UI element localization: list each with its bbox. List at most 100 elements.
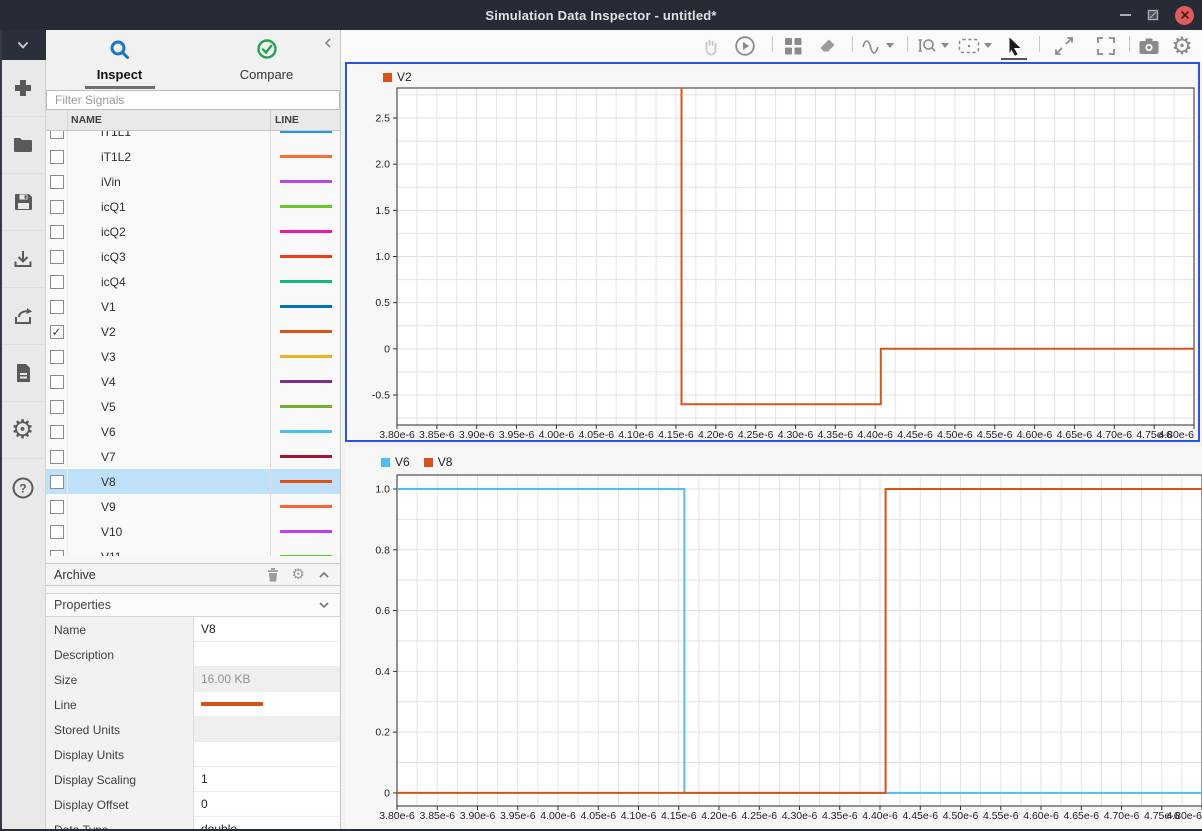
signal-row[interactable]: icQ2 [46,219,340,244]
signal-table-header[interactable]: NAME LINE [46,110,340,131]
signal-checkbox[interactable] [46,444,68,469]
replay-button[interactable] [733,34,757,58]
minimize-button[interactable] [1120,14,1131,16]
fullscreen-button[interactable] [1094,34,1118,58]
new-button[interactable] [0,60,45,117]
pan-tool-button[interactable] [698,34,722,58]
signal-line-swatch [280,480,332,483]
snapshot-button[interactable] [1137,34,1161,58]
property-value[interactable] [194,742,340,767]
close-button[interactable] [1175,6,1194,25]
svg-text:4.25e-6: 4.25e-6 [738,429,774,440]
top-subplot[interactable]: V2 3.80e-63.85e-63.90e-63.95e-64.00e-64.… [345,62,1200,442]
filter-signals-input[interactable] [47,91,347,109]
legend-color-square [424,458,433,467]
signal-row[interactable]: V1 [46,294,340,319]
legend-item[interactable]: V6 [381,455,410,469]
archive-collapse-button[interactable] [317,569,331,581]
header-name[interactable]: NAME [68,114,270,126]
signal-row[interactable]: V6 [46,419,340,444]
help-button[interactable]: ? [0,459,45,516]
bottom-subplot[interactable]: V6 V8 3.80e-63.85e-63.90e-63.95e-64.00e-6… [345,447,1202,831]
signal-checkbox[interactable] [46,394,68,419]
signal-checkbox[interactable] [46,131,68,144]
signal-checkbox[interactable] [46,494,68,519]
fit-dropdown-caret[interactable] [984,43,992,48]
legend-item[interactable]: V2 [383,70,412,84]
maximize-button[interactable] [1147,9,1159,21]
signal-line-swatch [280,230,332,233]
save-button[interactable] [0,174,45,231]
svg-text:1.5: 1.5 [375,205,390,217]
signal-checkbox[interactable] [46,169,68,194]
signal-checkbox[interactable] [46,344,68,369]
archive-settings-button[interactable]: ⚙ [292,567,305,582]
signal-checkbox[interactable] [46,144,68,169]
filter-signals-box[interactable] [46,90,340,110]
export-button[interactable] [0,288,45,345]
property-value[interactable] [194,642,340,667]
svg-text:0.4: 0.4 [375,666,390,678]
signal-row[interactable]: icQ1 [46,194,340,219]
signal-row[interactable]: V5 [46,394,340,419]
import-button[interactable] [0,231,45,288]
zoom-dropdown-caret[interactable] [941,43,949,48]
signal-row[interactable]: V9 [46,494,340,519]
archive-trash-button[interactable] [266,567,280,582]
bottom-plot-legend[interactable]: V6 V8 [381,455,452,469]
property-value[interactable]: 1 [194,767,340,792]
erase-button[interactable] [815,34,839,58]
signal-checkbox[interactable] [46,544,68,556]
signal-row[interactable]: iT1L2 [46,144,340,169]
signal-row[interactable]: V7 [46,444,340,469]
property-value[interactable] [194,717,340,742]
property-value[interactable]: 0 [194,792,340,817]
collapse-sidebar-button[interactable] [321,36,335,50]
signal-row[interactable]: V8 [46,469,340,494]
signal-checkbox[interactable] [46,294,68,319]
signal-row[interactable]: icQ3 [46,244,340,269]
archive-bar[interactable]: Archive ⚙ [46,563,340,586]
fit-to-view-button[interactable] [956,34,980,58]
report-button[interactable] [0,345,45,402]
signal-wave-button[interactable] [860,34,884,58]
signal-checkbox[interactable] [46,194,68,219]
signal-row[interactable]: iVin [46,169,340,194]
preferences-button[interactable]: ⚙ [0,402,45,459]
signal-row[interactable]: V3 [46,344,340,369]
wave-dropdown-caret[interactable] [886,43,894,48]
signal-checkbox[interactable]: ✓ [46,319,68,344]
signal-row[interactable]: V4 [46,369,340,394]
top-plot-canvas[interactable]: 3.80e-63.85e-63.90e-63.95e-64.00e-64.05e… [347,64,1198,440]
property-value[interactable] [194,692,340,717]
signal-row[interactable]: iT1L1 [46,131,340,144]
signal-checkbox[interactable] [46,469,68,494]
plot-settings-button[interactable]: ⚙ [1170,34,1194,58]
signal-row[interactable]: V10 [46,519,340,544]
signal-checkbox[interactable] [46,244,68,269]
signal-row[interactable]: icQ4 [46,269,340,294]
open-button[interactable] [0,117,45,174]
signal-checkbox[interactable] [46,269,68,294]
properties-expand-button[interactable] [317,599,331,611]
signal-checkbox[interactable] [46,219,68,244]
property-value[interactable]: V8 [194,617,340,642]
signal-checkbox[interactable] [46,369,68,394]
subplot-layout-button[interactable] [781,34,805,58]
header-line[interactable]: LINE [270,110,340,130]
bottom-plot-canvas[interactable]: 3.80e-63.85e-63.90e-63.95e-64.00e-64.05e… [345,447,1202,831]
signal-row[interactable]: ✓V2 [46,319,340,344]
property-value[interactable]: 16.00 KB [194,667,340,692]
top-plot-legend[interactable]: V2 [383,70,412,84]
signal-checkbox[interactable] [46,519,68,544]
tab-inspect[interactable]: Inspect [46,30,193,90]
legend-item[interactable]: V8 [424,455,453,469]
signal-row[interactable]: V11 [46,544,340,556]
tab-compare[interactable]: Compare [193,30,340,90]
pointer-tool-button[interactable] [1002,34,1026,58]
properties-bar[interactable]: Properties [46,593,340,617]
menu-corner[interactable] [0,30,46,60]
zoom-in-time-button[interactable] [915,34,939,58]
signal-checkbox[interactable] [46,419,68,444]
collapse-view-button[interactable] [1052,34,1076,58]
